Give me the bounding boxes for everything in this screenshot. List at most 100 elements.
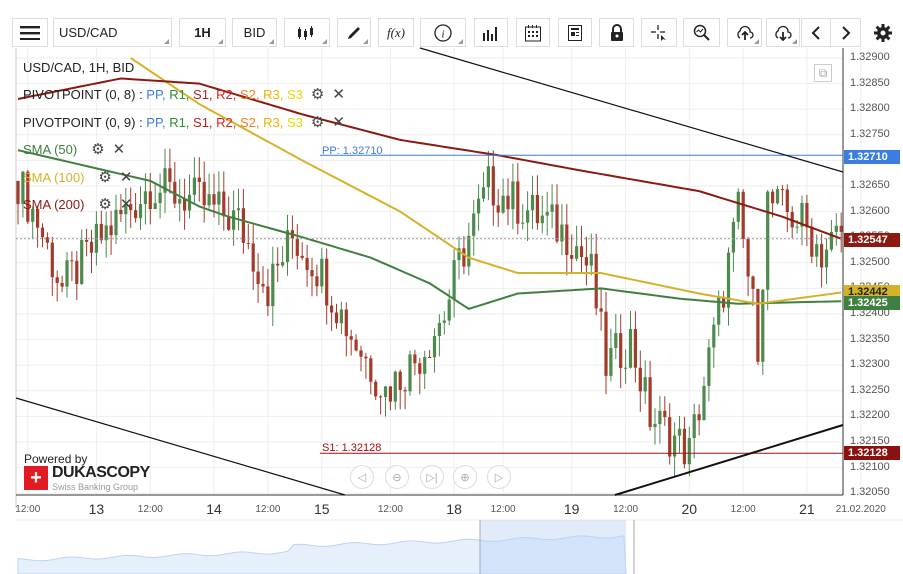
scroll-left-button[interactable]: ◁: [350, 465, 374, 489]
candle-body: [736, 191, 740, 222]
price-tick-label: 1.32250: [850, 383, 890, 396]
pivot2-label: PIVOTPOINT (0, 9): [23, 114, 136, 130]
candle-body: [114, 209, 118, 236]
popout-icon[interactable]: ⧉: [814, 64, 832, 82]
time-tick-label: 20: [681, 501, 698, 517]
candle-body: [624, 367, 628, 369]
price-tick-label: 1.32650: [850, 179, 890, 191]
pivot1-label: PIVOTPOINT (0, 8): [23, 86, 136, 102]
candle-body: [246, 242, 250, 244]
candle-body: [545, 211, 549, 216]
candle-body: [442, 320, 446, 323]
legend-sma200[interactable]: SMA (200) ⚙ ✕: [23, 195, 132, 213]
candle-body: [60, 282, 64, 287]
gear-icon[interactable]: ⚙: [91, 140, 104, 158]
time-tick-label: 12:00: [255, 504, 281, 515]
gear-icon[interactable]: ⚙: [311, 85, 324, 103]
candle-body: [70, 260, 74, 262]
time-tick-label: 12:00: [730, 504, 756, 515]
candle-body: [75, 260, 79, 284]
candle-body: [364, 356, 368, 359]
candle-body: [383, 386, 388, 398]
candle-body: [227, 216, 231, 230]
candle-body: [604, 311, 608, 376]
close-icon[interactable]: ✕: [120, 168, 133, 186]
candle-body: [138, 204, 143, 219]
candle-body: [428, 357, 432, 359]
candle-body: [575, 246, 579, 259]
candle-body: [158, 192, 162, 204]
candle-body: [467, 235, 471, 267]
candle-body: [432, 336, 437, 358]
close-icon[interactable]: ✕: [332, 113, 345, 131]
candle-body: [741, 191, 745, 239]
candle-body: [305, 257, 309, 271]
candle-body: [824, 249, 829, 268]
candle-body: [344, 309, 348, 337]
candle-body: [506, 195, 510, 210]
candle-body: [300, 255, 304, 258]
candle-body: [266, 286, 270, 307]
candle-body: [330, 305, 334, 313]
gear-icon[interactable]: ⚙: [98, 168, 111, 186]
gear-icon[interactable]: ⚙: [311, 113, 324, 131]
candle-body: [320, 258, 324, 287]
candle-body: [565, 224, 569, 255]
legend-sma100[interactable]: SMA (100) ⚙ ✕: [23, 168, 132, 186]
candle-body: [535, 194, 539, 224]
zoom-out-icon: ⊖: [392, 471, 402, 484]
candle-body: [408, 354, 412, 392]
candle-body: [109, 225, 113, 236]
brand-name: DUKASCOPY: [52, 464, 150, 481]
candle-body: [261, 283, 265, 287]
close-icon[interactable]: ✕: [332, 85, 345, 103]
zoom-out-button[interactable]: ⊖: [385, 465, 409, 489]
time-tick-label: 18: [446, 501, 462, 517]
sma100-label: SMA (100): [23, 169, 85, 185]
sma50-price-badge: 1.32425: [844, 296, 900, 310]
candle-body: [379, 396, 383, 398]
candle-body: [197, 177, 201, 182]
s1-price-badge: 1.32128: [844, 446, 900, 460]
close-icon[interactable]: ✕: [113, 140, 126, 158]
zoom-in-button[interactable]: ⊕: [453, 465, 477, 489]
legend-sma50[interactable]: SMA (50) ⚙ ✕: [23, 140, 125, 158]
candle-body: [511, 181, 515, 210]
candle-body: [702, 385, 706, 421]
navigator-window[interactable]: [480, 520, 626, 574]
candle-body: [712, 324, 716, 348]
candle-body: [677, 428, 682, 436]
gear-icon[interactable]: ⚙: [98, 195, 111, 213]
candle-body: [687, 438, 691, 465]
candle-body: [423, 357, 427, 374]
candle-body: [388, 386, 392, 402]
go-to-end-button[interactable]: ▷|: [420, 465, 444, 489]
candle-body: [251, 243, 255, 272]
candle-body: [526, 210, 530, 223]
candle-body: [413, 354, 417, 364]
candle-body: [820, 244, 824, 268]
scroll-right-button[interactable]: ▷: [487, 465, 511, 489]
candle-body: [751, 276, 755, 289]
sma200-price-badge: 1.32547: [844, 233, 900, 247]
legend-pivot-2[interactable]: PIVOTPOINT (0, 9) : PP, R1, S1, R2, S2, …: [23, 113, 345, 131]
time-tick-label: 15: [314, 501, 330, 517]
candle-body: [65, 260, 69, 287]
legend-title: USD/CAD, 1H, BID: [23, 60, 135, 75]
legend-pivot-1[interactable]: PIVOTPOINT (0, 8) : PP, R1, S1, R2, S2, …: [23, 85, 345, 103]
candle-body: [628, 328, 633, 368]
candle-body: [192, 177, 196, 195]
pivot2-items: PP, R1, S1, R2, S2, R3, S3: [146, 115, 303, 130]
pivot-item-s1: S1,: [193, 114, 217, 130]
trendline-lower-right[interactable]: [614, 424, 844, 496]
candle-body: [805, 203, 809, 228]
price-tick-label: 1.32350: [850, 332, 890, 345]
price-tick-label: 1.32750: [850, 127, 890, 140]
candle-body: [452, 260, 456, 300]
price-tick-label: 1.32200: [850, 409, 890, 422]
candle-body: [447, 299, 451, 321]
close-icon[interactable]: ✕: [120, 195, 133, 213]
skip-end-icon: ▷|: [426, 471, 438, 484]
pivot-item-r1: R1,: [169, 114, 194, 130]
candle-body: [530, 194, 535, 211]
